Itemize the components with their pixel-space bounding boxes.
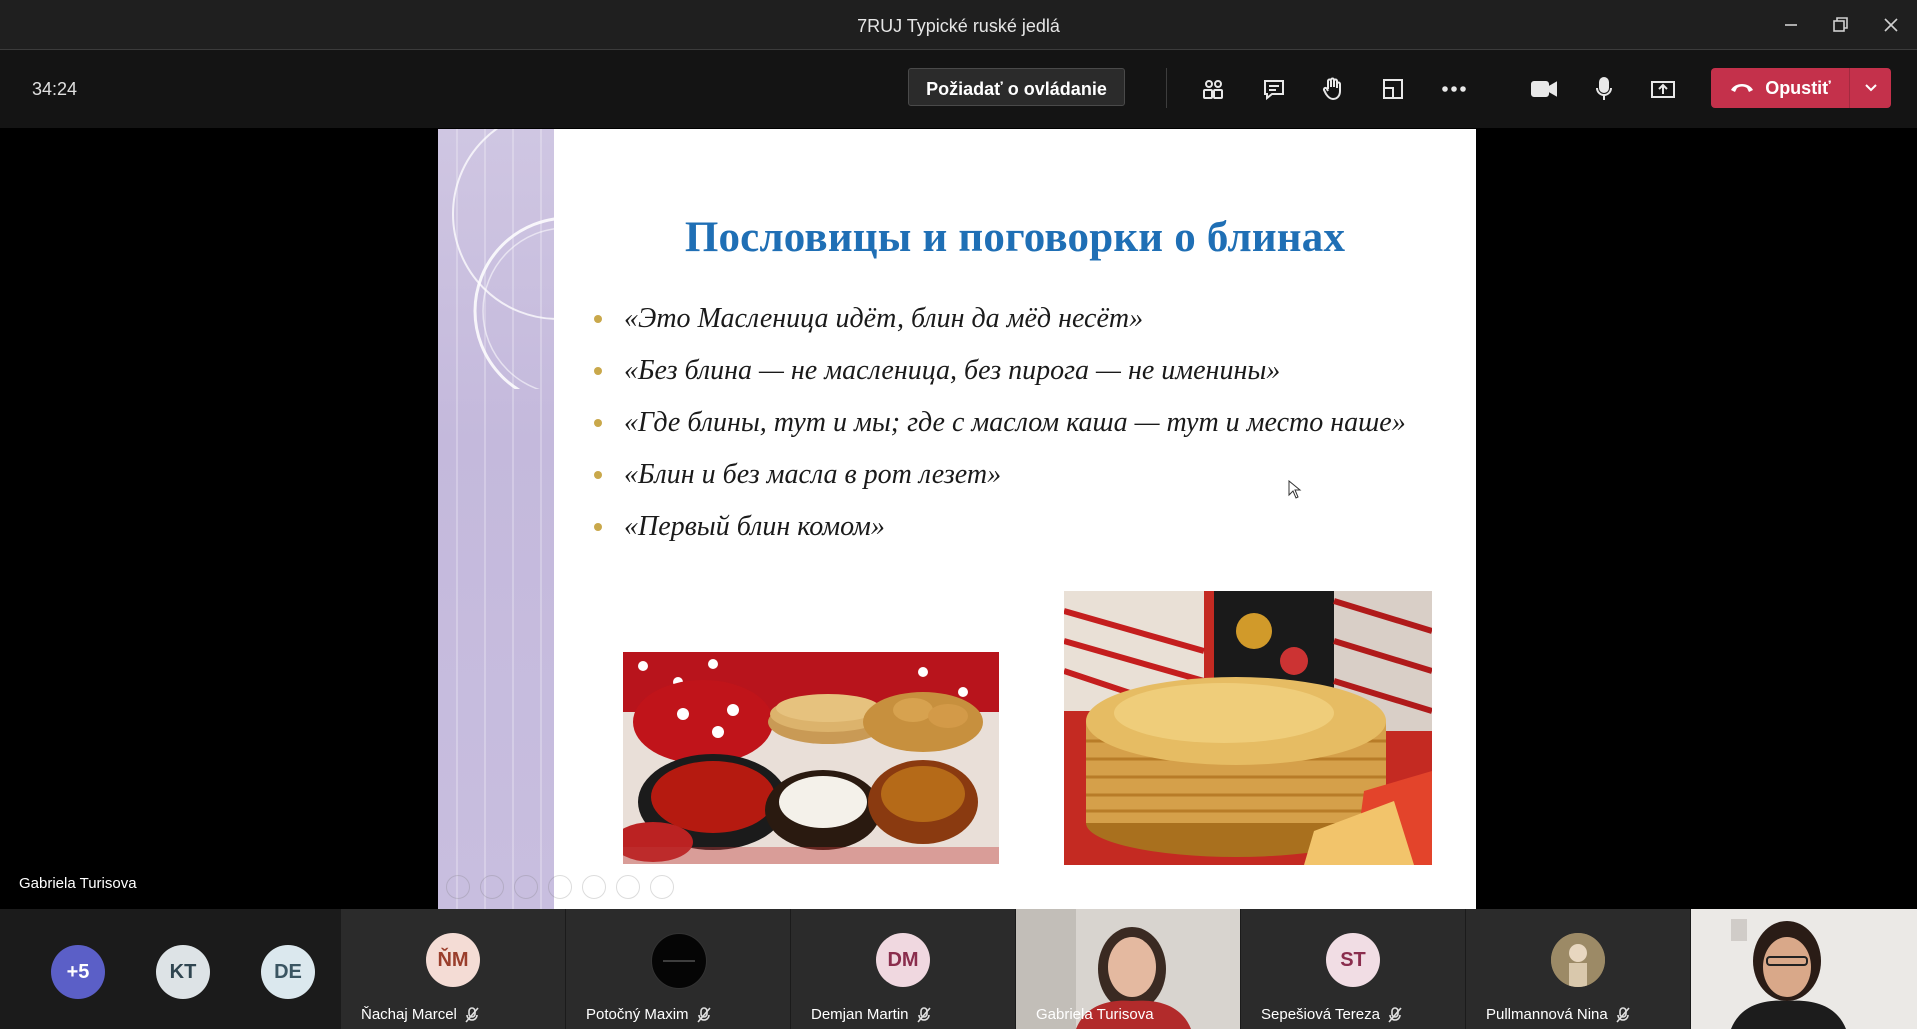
mic-muted-icon [1388,1006,1402,1023]
avatar-image-icon [1551,933,1605,987]
avatar [651,933,707,989]
participant-name: Ňachaj Marcel [361,1006,479,1023]
bullet-icon [594,523,602,531]
avatar[interactable]: KT [156,945,210,999]
mouse-cursor-icon [1288,480,1302,499]
avatar[interactable]: DE [261,945,315,999]
avatar: ST [1326,933,1380,987]
avatar [1551,933,1605,987]
mic-muted-icon [465,1006,479,1023]
presenter-name-label: Gabriela Turisova [19,875,137,892]
participant-tile[interactable]: Potočný Maxim [566,909,790,1029]
share-screen-icon[interactable] [1643,70,1683,108]
presentation-slide: Пословицы и поговорки о блинах «Это Масл… [438,129,1476,909]
bullet-icon [594,367,602,375]
microphone-icon[interactable] [1584,70,1624,108]
chevron-down-icon[interactable] [1850,68,1891,108]
leave-main[interactable]: Opustiť [1711,68,1849,108]
participants-icon[interactable] [1193,70,1233,108]
restore-icon[interactable] [1816,0,1866,49]
pancakes-table-photo [623,652,999,864]
slide-bullet-list: «Это Масленица идёт, блин да мёд несёт» … [594,297,1414,557]
bullet-icon [594,471,602,479]
camera-icon[interactable] [1524,70,1564,108]
participant-tile[interactable]: Pullmannová Nina [1466,909,1690,1029]
leave-button[interactable]: Opustiť [1711,68,1891,108]
toolbar-divider [1166,68,1167,108]
pancake-stack-photo [1064,591,1432,865]
avatar: ŇM [426,933,480,987]
raise-hand-icon[interactable] [1313,70,1353,108]
self-video-tile[interactable] [1691,909,1917,1029]
circle-ornament-icon [452,129,554,389]
more-options-icon[interactable] [1434,70,1474,108]
participant-name: Gabriela Turisova [1036,1006,1154,1023]
meeting-toolbar: 34:24 Požiadať o ovládanie Opustiť [0,50,1917,128]
close-icon[interactable] [1866,0,1916,49]
chat-icon[interactable] [1254,70,1294,108]
avatar: DM [876,933,930,987]
list-item: «Без блина — не масленица, без пирога — … [594,349,1414,392]
mic-muted-icon [696,1006,711,1023]
slide-title: Пословицы и поговорки о блинах [684,214,1346,261]
participant-tile[interactable]: ŇM Ňachaj Marcel [341,909,565,1029]
participant-video-tile[interactable]: Gabriela Turisova [1016,909,1240,1029]
list-item: «Это Масленица идёт, блин да мёд несёт» [594,297,1414,340]
request-control-button[interactable]: Požiadať o ovládanie [908,68,1125,106]
self-video-feed [1691,909,1917,1029]
overflow-participants-button[interactable]: +5 [51,945,105,999]
participant-name: Pullmannová Nina [1486,1006,1630,1023]
minimize-icon[interactable] [1766,0,1816,49]
mic-muted-icon [1616,1006,1630,1023]
window-titlebar: 7RUJ Typické ruské jedlá [0,0,1917,50]
list-item: «Первый блин комом» [594,505,1414,548]
meeting-timer: 34:24 [32,79,78,99]
list-item: «Где блины, тут и мы; где с маслом каша … [594,401,1414,444]
participant-name: Sepešiová Tereza [1261,1006,1402,1023]
participant-tile[interactable]: ST Sepešiová Tereza [1241,909,1465,1029]
leave-label: Opustiť [1765,77,1831,98]
participant-strip: +5 KT DE ŇM Ňachaj Marcel Potočný Maxim … [0,909,1917,1029]
participant-name: Potočný Maxim [586,1006,711,1023]
participant-tile[interactable]: DM Demjan Martin [791,909,1015,1029]
participant-name: Demjan Martin [811,1006,931,1023]
rooms-icon[interactable] [1373,70,1413,108]
bullet-icon [594,419,602,427]
hangup-icon [1729,78,1755,99]
mic-muted-icon [916,1006,931,1023]
avatar-image-icon [663,960,695,962]
slide-decorative-sidebar [438,129,554,909]
slideshow-controls[interactable] [446,875,674,899]
bullet-icon [594,315,602,323]
window-title: 7RUJ Typické ruské jedlá [857,16,1060,36]
